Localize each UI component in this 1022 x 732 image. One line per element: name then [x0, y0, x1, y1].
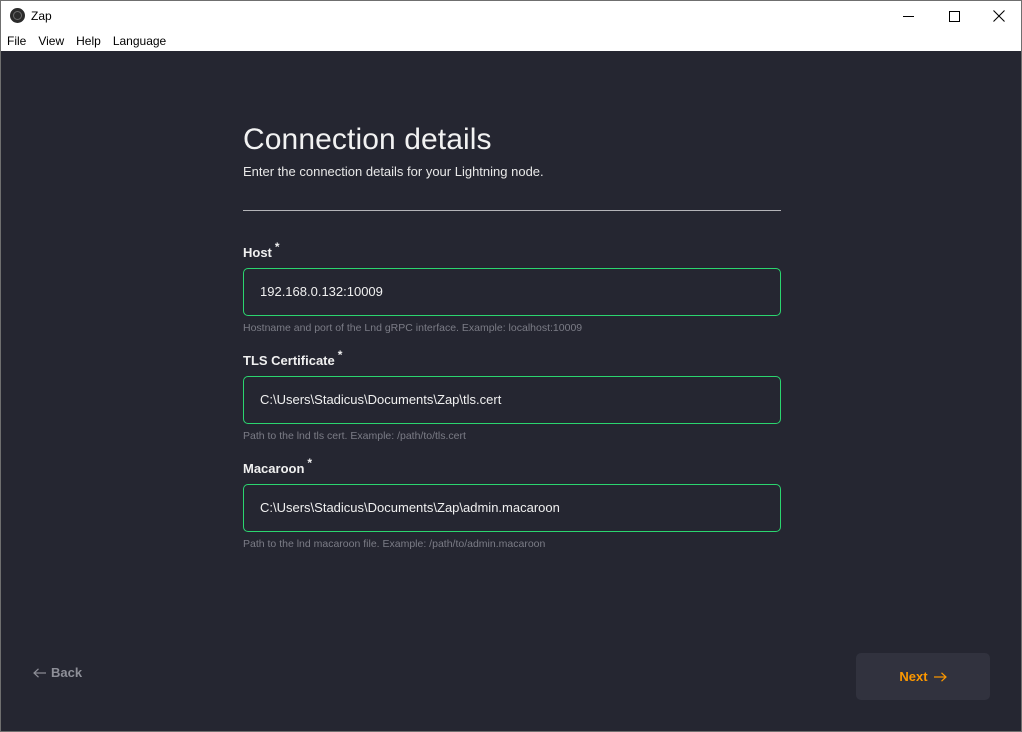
macaroon-hint: Path to the lnd macaroon file. Example: …: [243, 538, 546, 550]
tls-certificate-label: TLS Certificate *: [243, 348, 343, 368]
page-title: Connection details: [243, 123, 492, 156]
required-marker: *: [337, 348, 343, 362]
macaroon-label: Macaroon *: [243, 456, 313, 476]
arrow-right-icon: [933, 671, 947, 682]
page-subtitle: Enter the connection details for your Li…: [243, 164, 544, 179]
minimize-icon: [902, 15, 914, 17]
next-button[interactable]: Next: [856, 653, 990, 700]
required-marker: *: [274, 240, 280, 254]
divider: [243, 210, 781, 211]
window-title: Zap: [31, 9, 52, 23]
back-button[interactable]: Back: [33, 665, 82, 680]
menu-help[interactable]: Help: [70, 34, 107, 48]
menu-language[interactable]: Language: [107, 34, 172, 48]
menu-bar: File View Help Language: [1, 31, 1021, 51]
arrow-left-icon: [33, 667, 46, 678]
macaroon-input[interactable]: C:\Users\Stadicus\Documents\Zap\admin.ma…: [243, 484, 781, 532]
close-button[interactable]: [976, 1, 1022, 31]
tls-certificate-hint: Path to the lnd tls cert. Example: /path…: [243, 430, 466, 442]
title-bar: Zap: [1, 1, 1021, 31]
zap-app-icon: [10, 8, 25, 23]
required-marker: *: [307, 456, 313, 470]
maximize-icon: [948, 10, 960, 22]
back-label: Back: [51, 665, 83, 680]
next-label: Next: [899, 669, 928, 684]
tls-certificate-input[interactable]: C:\Users\Stadicus\Documents\Zap\tls.cert: [243, 376, 781, 424]
host-hint: Hostname and port of the Lnd gRPC interf…: [243, 322, 583, 334]
app-window: Zap File View Help Language Connection d…: [0, 0, 1022, 732]
host-input[interactable]: 192.168.0.132:10009: [243, 268, 781, 316]
connection-details-page: Connection details Enter the connection …: [1, 51, 1021, 731]
menu-file[interactable]: File: [1, 34, 32, 48]
minimize-button[interactable]: [885, 1, 931, 31]
close-icon: [993, 10, 1005, 22]
maximize-button[interactable]: [931, 1, 977, 31]
menu-view[interactable]: View: [32, 34, 70, 48]
host-label: Host *: [243, 240, 280, 260]
